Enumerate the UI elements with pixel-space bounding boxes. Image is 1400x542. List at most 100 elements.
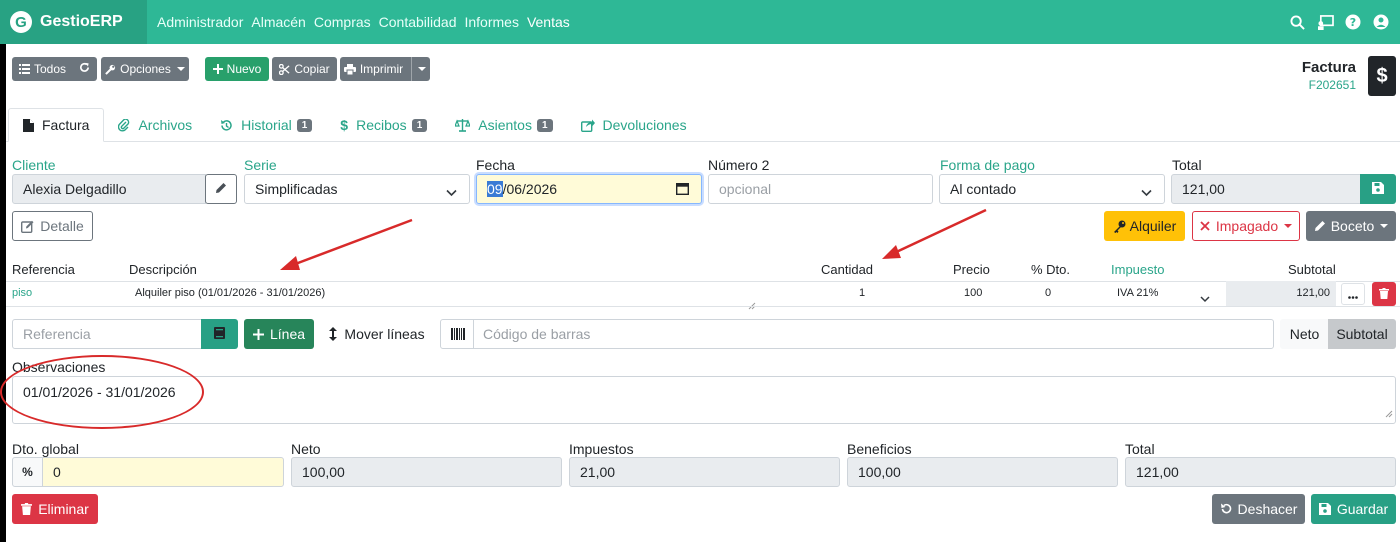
line-subtotal-cell: 121,00: [1226, 281, 1336, 306]
tab-historial[interactable]: Historial 1: [206, 108, 326, 142]
series-select[interactable]: Simplificadas: [244, 174, 470, 204]
barcode-input[interactable]: Código de barras: [440, 319, 1274, 349]
undo-button[interactable]: Deshacer: [1212, 494, 1305, 524]
brand[interactable]: G GestioERP: [0, 0, 147, 44]
list-icon: [19, 64, 30, 74]
line-discount[interactable]: 0: [1045, 287, 1051, 299]
resize-handle-icon[interactable]: [1385, 405, 1393, 421]
total-label: Total: [1172, 157, 1202, 173]
net-value: 100,00: [302, 464, 345, 480]
date-input[interactable]: 09/06/2026: [476, 174, 702, 204]
menu-administrador[interactable]: Administrador: [157, 14, 243, 30]
client-label[interactable]: Cliente: [12, 157, 56, 173]
new-line-reference-input[interactable]: Referencia: [12, 319, 202, 349]
print-button[interactable]: Imprimir: [340, 57, 430, 81]
total-field: 121,00: [1171, 174, 1361, 204]
tab-label: Historial: [241, 117, 292, 133]
col-reference: Referencia: [12, 262, 75, 277]
help-icon[interactable]: ?: [1344, 13, 1362, 31]
delete-label: Eliminar: [38, 501, 89, 517]
series-label[interactable]: Serie: [244, 157, 277, 173]
table-header-divider: [6, 281, 1400, 282]
undo-icon: [1220, 503, 1232, 515]
tab-label: Factura: [42, 117, 90, 133]
chevron-down-icon[interactable]: [1200, 290, 1210, 306]
notes-textarea[interactable]: 01/01/2026 - 31/01/2026: [12, 376, 1396, 424]
pencil-icon: [215, 181, 227, 197]
line-description[interactable]: Alquiler piso (01/01/2026 - 31/01/2026): [135, 287, 325, 299]
draft-button[interactable]: Boceto: [1306, 211, 1396, 241]
global-discount-label: Dto. global: [12, 441, 79, 457]
all-button[interactable]: Todos: [12, 57, 97, 81]
menu-compras[interactable]: Compras: [314, 14, 371, 30]
save-button[interactable]: Guardar: [1311, 494, 1396, 524]
line-quantity[interactable]: 1: [859, 287, 865, 299]
rent-button[interactable]: Alquiler: [1104, 211, 1185, 241]
line-reference[interactable]: piso: [12, 287, 32, 299]
global-discount-input[interactable]: 0: [42, 457, 284, 487]
payment-value: Al contado: [950, 181, 1017, 197]
balance-scale-icon: [455, 118, 471, 132]
tab-factura[interactable]: Factura: [8, 108, 105, 142]
calendar-icon[interactable]: [675, 182, 690, 198]
action-toolbar: Todos Opciones Nuevo Copiar Imprimir: [12, 57, 430, 81]
chevron-down-icon[interactable]: [418, 67, 427, 71]
user-icon[interactable]: [1372, 13, 1390, 31]
arrows-vertical-icon: [329, 327, 338, 341]
search-icon[interactable]: [1288, 13, 1306, 31]
menu-ventas[interactable]: Ventas: [527, 14, 570, 30]
file-icon: [23, 118, 34, 132]
delete-button[interactable]: Eliminar: [12, 494, 98, 524]
document-code[interactable]: F202651: [1302, 78, 1356, 92]
refresh-icon[interactable]: [79, 62, 90, 76]
line-more-button[interactable]: [1341, 283, 1365, 305]
col-description: Descripción: [129, 262, 197, 277]
line-price[interactable]: 100: [964, 287, 982, 299]
client-field[interactable]: Alexia Delgadillo: [12, 174, 206, 204]
document-type: Factura: [1301, 59, 1356, 76]
tab-recibos[interactable]: $ Recibos 1: [326, 108, 441, 142]
ellipsis-icon: [1348, 286, 1358, 302]
top-navbar: G GestioERP Administrador Almacén Compra…: [0, 0, 1400, 44]
options-button[interactable]: Opciones: [101, 57, 189, 81]
edit-client-button[interactable]: [205, 174, 237, 204]
move-lines-label: Mover líneas: [344, 326, 425, 342]
menu-contabilidad[interactable]: Contabilidad: [379, 14, 457, 30]
unpaid-button[interactable]: Impagado: [1192, 211, 1300, 241]
line-delete-button[interactable]: [1372, 282, 1396, 306]
move-lines-button[interactable]: Mover líneas: [320, 319, 434, 349]
tab-label: Asientos: [478, 117, 532, 133]
annotation-arrow-quantity: [882, 208, 987, 259]
add-line-button[interactable]: Línea: [244, 319, 314, 349]
chevron-down-icon: [176, 67, 185, 71]
net-toggle[interactable]: Neto: [1280, 319, 1329, 349]
copy-button[interactable]: Copiar: [272, 57, 337, 81]
payment-select[interactable]: Al contado: [939, 174, 1165, 204]
date-label: Fecha: [476, 157, 515, 173]
payment-label[interactable]: Forma de pago: [940, 157, 1035, 173]
tab-label: Archivos: [138, 117, 193, 133]
tab-archivos[interactable]: Archivos: [104, 108, 206, 142]
tab-asientos[interactable]: Asientos 1: [441, 108, 566, 142]
client-value: Alexia Delgadillo: [23, 181, 127, 197]
resize-handle-icon[interactable]: [748, 297, 756, 313]
col-tax[interactable]: Impuesto: [1111, 262, 1164, 277]
plus-icon: [252, 328, 264, 340]
taxes-value: 21,00: [580, 464, 616, 480]
menu-almacen[interactable]: Almacén: [251, 14, 305, 30]
new-button[interactable]: Nuevo: [205, 57, 269, 81]
subtotal-toggle[interactable]: Subtotal: [1328, 319, 1396, 349]
print-split: [411, 57, 413, 81]
presentation-icon[interactable]: [1316, 13, 1334, 31]
detail-button[interactable]: Detalle: [12, 211, 93, 241]
undo-label: Deshacer: [1237, 501, 1298, 517]
search-product-button[interactable]: [201, 319, 238, 349]
edit-square-icon: [21, 220, 34, 233]
number2-input[interactable]: opcional: [708, 174, 933, 204]
col-subtotal: Subtotal: [1288, 262, 1336, 277]
close-icon: [1200, 221, 1210, 231]
menu-informes[interactable]: Informes: [464, 14, 518, 30]
save-total-button[interactable]: [1360, 174, 1396, 204]
tab-devoluciones[interactable]: Devoluciones: [567, 108, 701, 142]
line-tax[interactable]: IVA 21%: [1117, 287, 1158, 299]
